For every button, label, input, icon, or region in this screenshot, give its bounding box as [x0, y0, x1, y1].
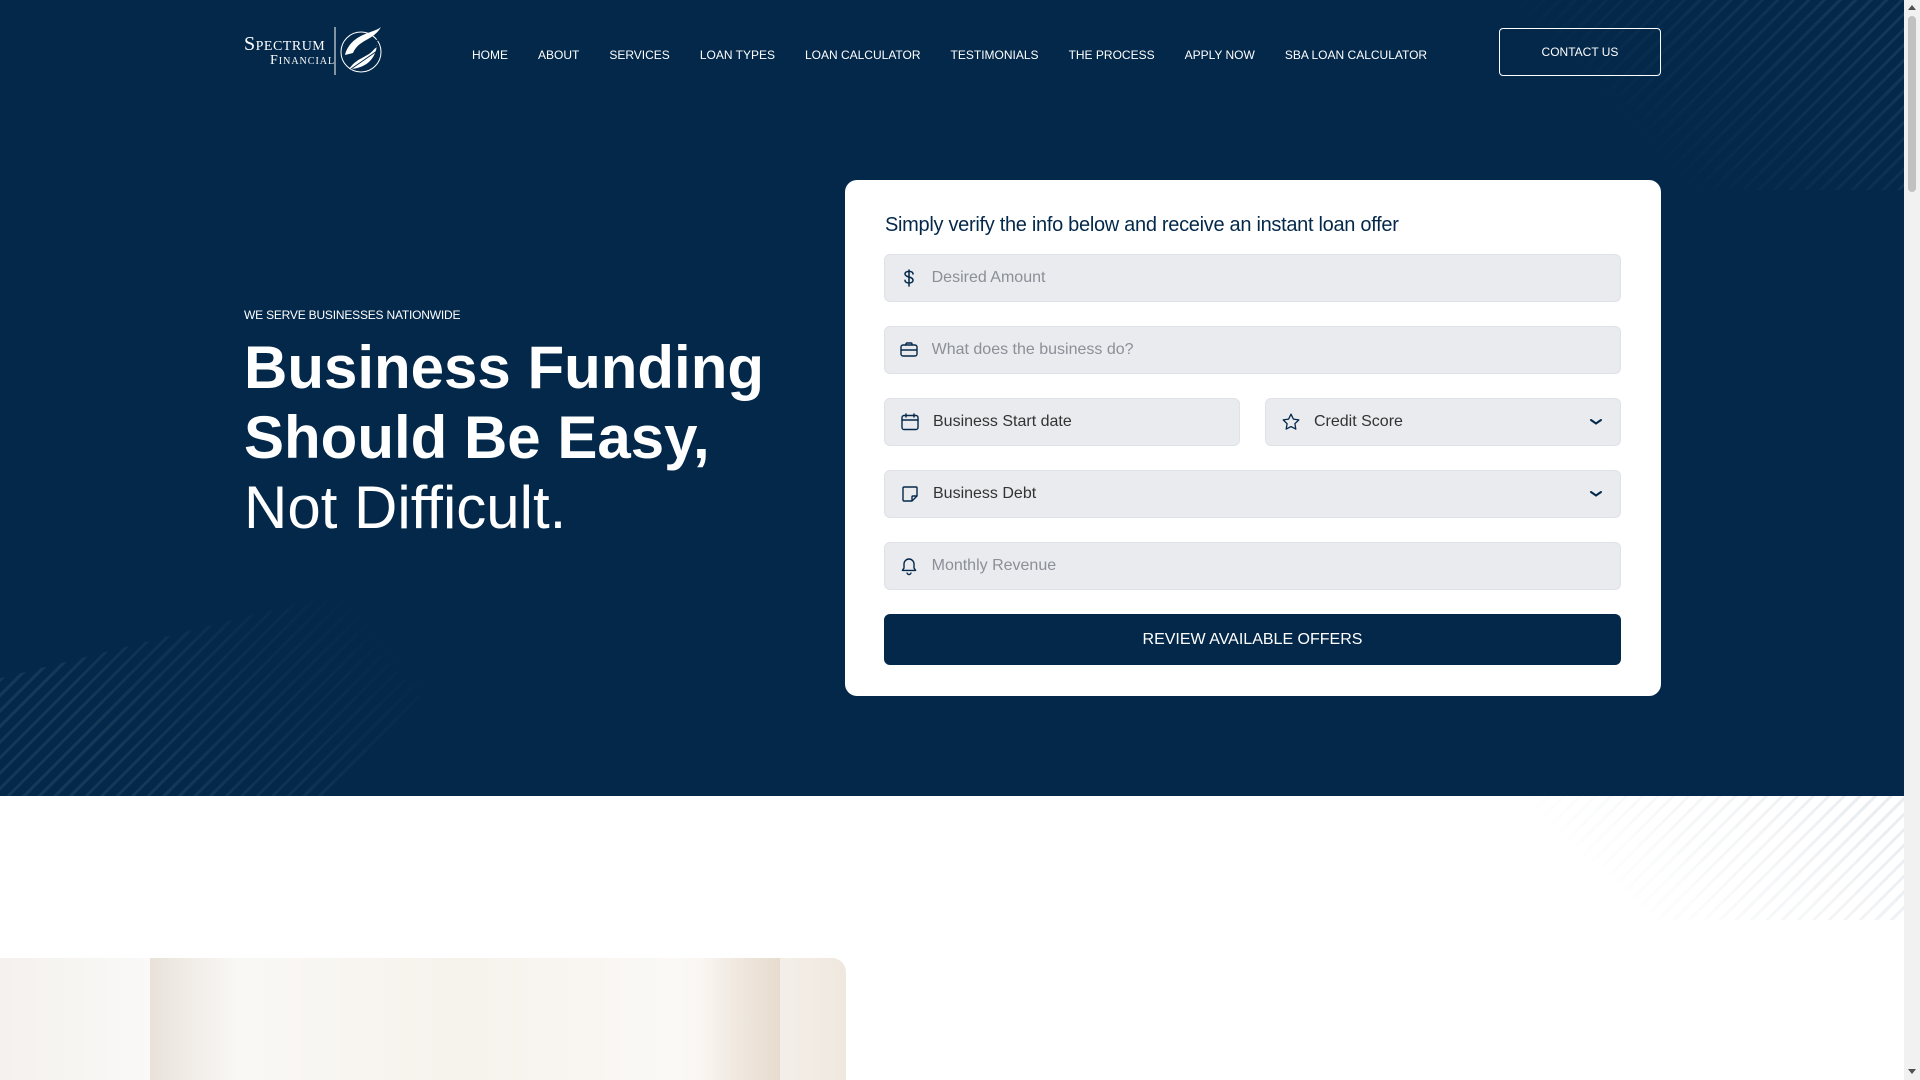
chevron-down-icon — [1588, 414, 1604, 430]
office-photo — [0, 958, 846, 1080]
nav-item-apply-now[interactable]: APPLY NOW — [1185, 48, 1255, 62]
business-start-date-label: Business Start date — [933, 413, 1072, 430]
business-debt-value: Business Debt — [933, 485, 1037, 502]
desired-amount-input[interactable] — [931, 269, 1620, 287]
nav-item-about[interactable]: ABOUT — [538, 48, 579, 62]
note-icon — [899, 483, 921, 505]
scroll-thumb[interactable] — [1908, 16, 1916, 192]
nav-item-home[interactable]: HOME — [472, 48, 508, 62]
nav-item-testimonials[interactable]: TESTIMONIALS — [951, 48, 1039, 62]
brand-line1: Spectrum — [244, 33, 326, 55]
monthly-revenue-field[interactable] — [884, 542, 1621, 590]
business-description-field[interactable] — [884, 326, 1621, 374]
business-debt-select[interactable]: Business Debt — [884, 470, 1621, 518]
headline-line1: Business Funding — [244, 334, 765, 401]
brand-logo[interactable]: Spectrum Financial — [244, 25, 385, 77]
monthly-revenue-input[interactable] — [931, 557, 1620, 575]
chevron-down-icon — [1588, 486, 1604, 502]
credit-score-value: Credit Score — [1314, 413, 1403, 430]
briefcase-icon — [899, 339, 920, 361]
headline-line3: Not Difficult. — [244, 474, 567, 541]
calendar-icon — [899, 411, 921, 433]
scroll-down-arrow-icon[interactable] — [1908, 1069, 1916, 1074]
form-title: Simply verify the info below and receive… — [885, 214, 1399, 236]
dollar-icon — [899, 267, 920, 289]
loan-offer-form: Simply verify the info below and receive… — [845, 180, 1661, 696]
main-nav: HOME ABOUT SERVICES LOAN TYPES LOAN CALC… — [472, 48, 1457, 62]
page-scrollbar[interactable] — [1904, 0, 1920, 1080]
credit-score-select[interactable]: Credit Score — [1265, 398, 1621, 446]
business-description-input[interactable] — [931, 341, 1620, 359]
contact-us-button[interactable]: CONTACT US — [1499, 28, 1661, 76]
star-icon — [1280, 411, 1302, 433]
headline-line2: Should Be Easy, — [244, 404, 710, 471]
hero-headline: Business Funding Should Be Easy, Not Dif… — [244, 333, 764, 543]
nav-item-loan-calculator[interactable]: LOAN CALCULATOR — [805, 48, 921, 62]
business-start-date-field[interactable]: Business Start date — [884, 398, 1240, 446]
scroll-up-arrow-icon[interactable] — [1908, 5, 1916, 10]
nav-item-the-process[interactable]: THE PROCESS — [1069, 48, 1155, 62]
bell-icon — [899, 555, 920, 577]
nav-item-sba-loan-calculator[interactable]: SBA LOAN CALCULATOR — [1285, 48, 1427, 62]
hero-tagline: WE SERVE BUSINESSES NATIONWIDE — [244, 308, 461, 322]
nav-item-loan-types[interactable]: LOAN TYPES — [700, 48, 775, 62]
desired-amount-field[interactable] — [884, 254, 1621, 302]
brand-line2: Financial — [270, 53, 336, 68]
nav-item-services[interactable]: SERVICES — [609, 48, 669, 62]
logo-swirl-icon — [334, 27, 382, 75]
decorative-stripes — [1500, 796, 1904, 920]
hero-section: Spectrum Financial HOME ABOUT SERVICES L… — [0, 0, 1904, 796]
decorative-stripes — [0, 600, 520, 796]
brand-wordmark: Spectrum Financial — [244, 34, 335, 68]
review-offers-button[interactable]: REVIEW AVAILABLE OFFERS — [884, 614, 1621, 665]
